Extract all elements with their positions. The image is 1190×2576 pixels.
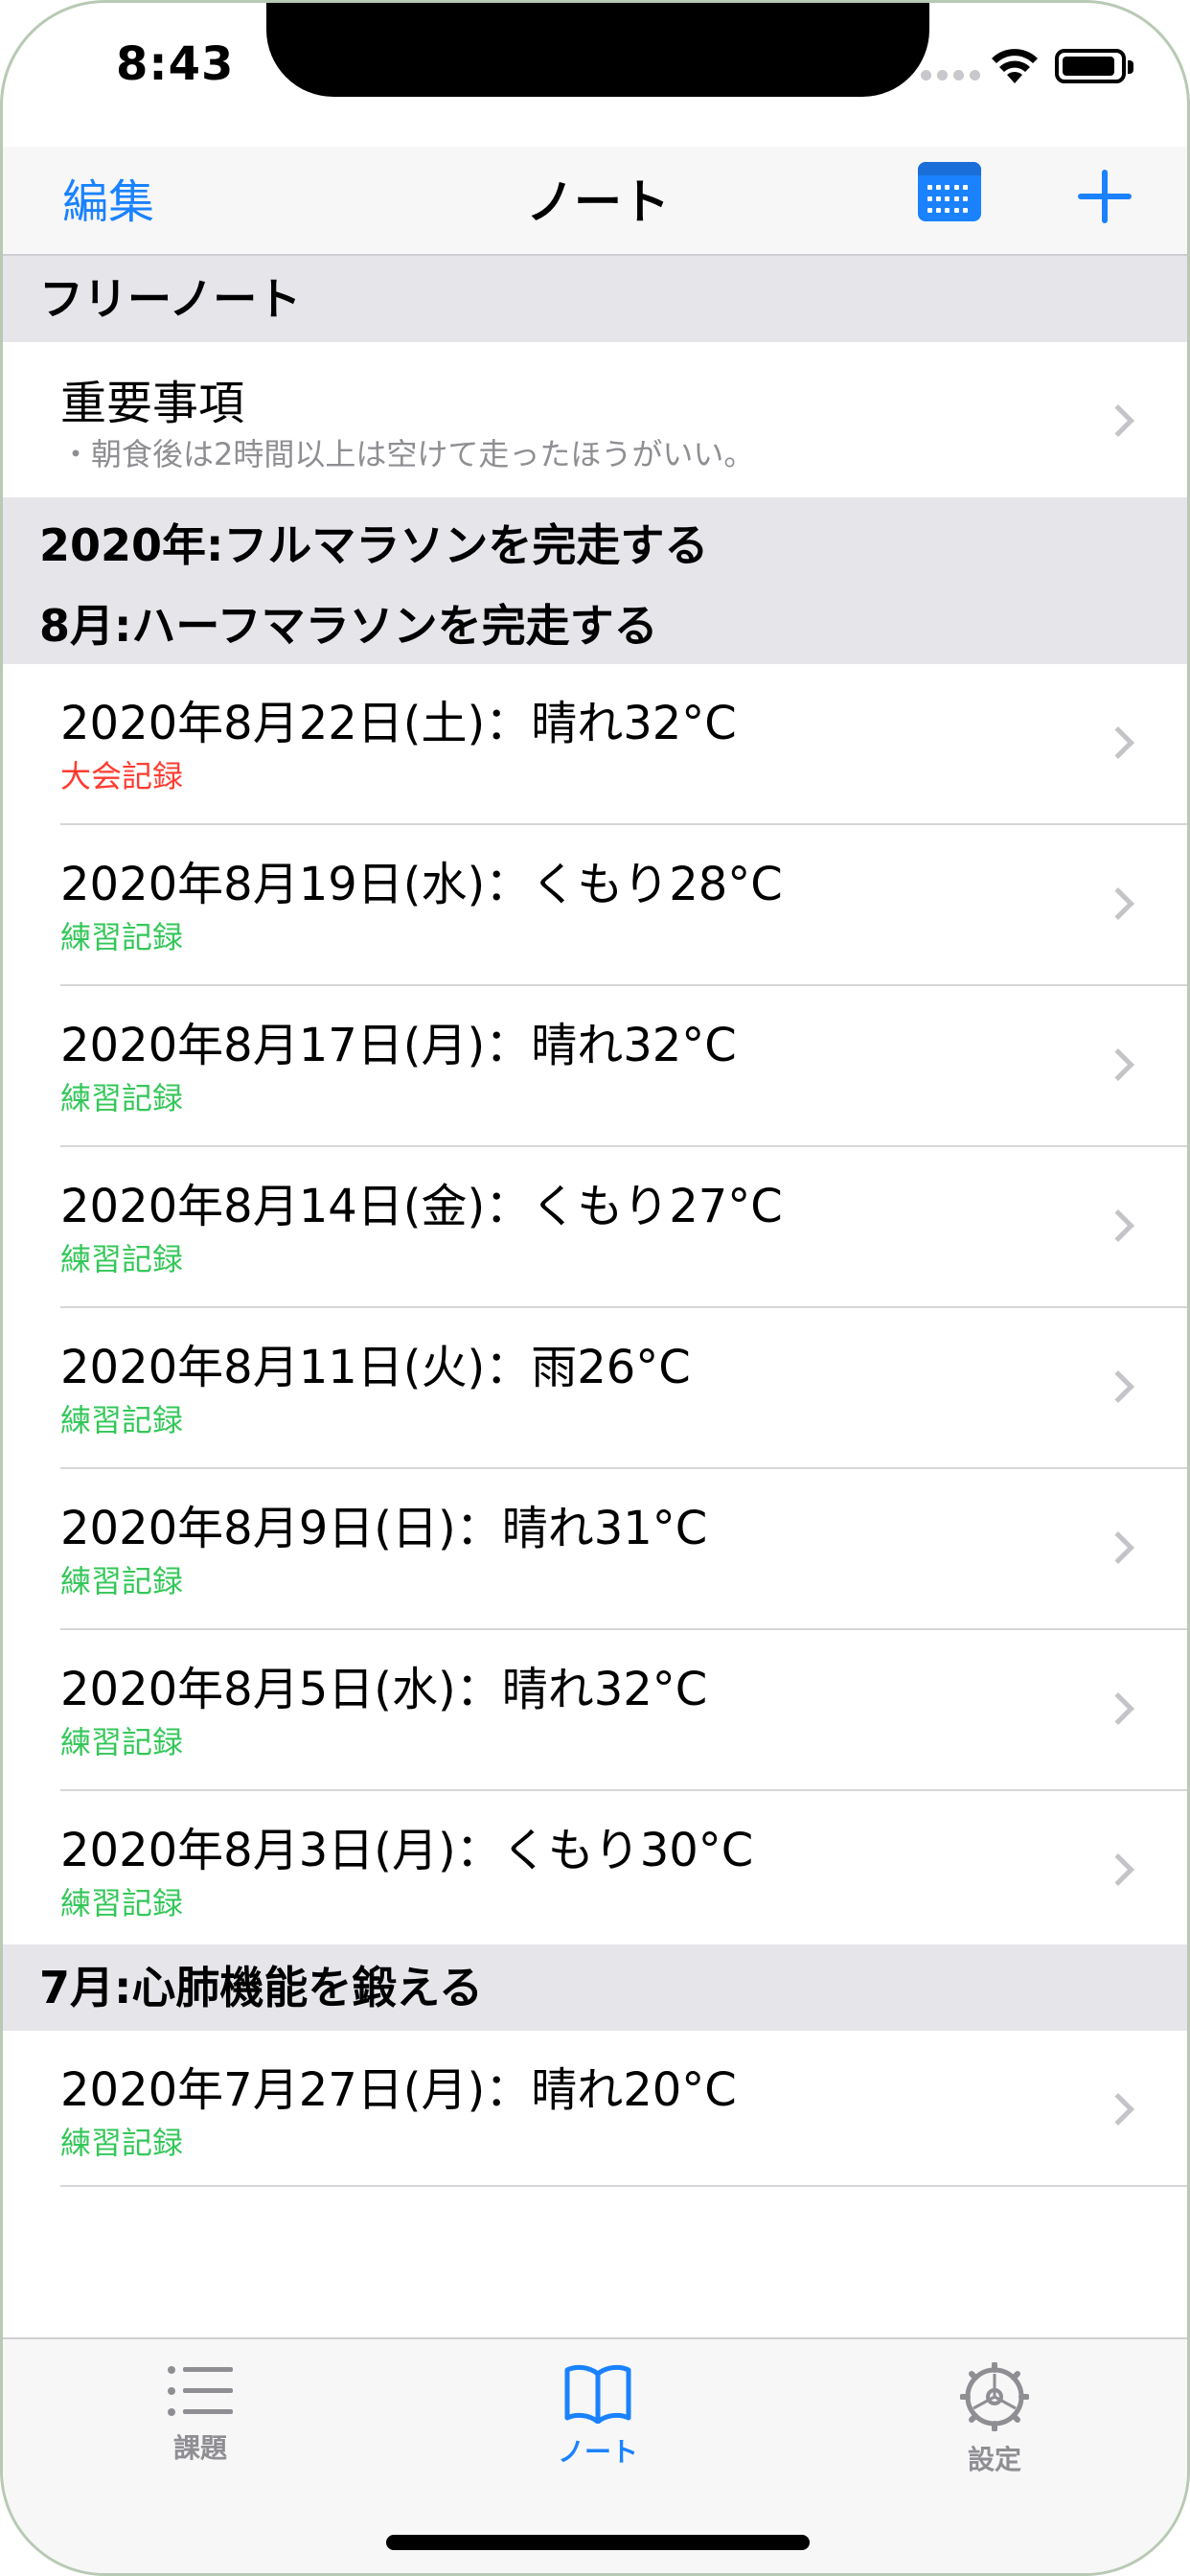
notch [266, 3, 929, 97]
chevron-right-icon [1102, 1853, 1134, 1886]
status-time: 8:43 [116, 37, 235, 91]
chevron-right-icon [1102, 1048, 1134, 1081]
wifi-icon [992, 49, 1038, 83]
list-item[interactable]: 2020年8月11日(火)：雨26°C 練習記録 [3, 1308, 1187, 1469]
home-indicator [386, 2535, 810, 2550]
add-note-button[interactable] [1078, 170, 1132, 223]
section-month-goal: 8月:ハーフマラソンを完走する [39, 600, 658, 652]
row-separator [60, 2185, 1187, 2187]
gear-icon [960, 2362, 1029, 2431]
tab-label: 設定 [967, 2444, 1021, 2475]
tab-label: 課題 [172, 2432, 227, 2464]
list-item[interactable]: 2020年8月5日(水)：晴れ32°C 練習記録 [3, 1630, 1187, 1791]
chevron-right-icon [1102, 2093, 1134, 2126]
section-header-goal: 2020年:フルマラソンを完走する 8月:ハーフマラソンを完走する [3, 497, 1187, 664]
cell-title: 2020年8月9日(日)：晴れ31°C [60, 1502, 708, 1555]
chevron-right-icon [1102, 404, 1134, 437]
tab-settings[interactable]: 設定 [899, 2362, 1090, 2477]
cell-title: 2020年8月17日(月)：晴れ32°C [60, 1019, 737, 1072]
section-header-free-note: フリーノート [3, 256, 1187, 342]
section-year-goal: 2020年:フルマラソンを完走する [39, 519, 709, 571]
record-type-label: 大会記録 [60, 758, 184, 794]
section-header-july: 7月:心肺機能を鍛える [3, 1944, 1187, 2031]
chevron-right-icon [1102, 887, 1134, 920]
battery-icon [1055, 49, 1133, 83]
record-type-label: 練習記録 [60, 2125, 184, 2161]
cell-title: 2020年8月19日(水)：くもり28°C [60, 858, 783, 911]
calendar-icon[interactable] [918, 162, 981, 221]
phone-screen: 8:43 編集 ノート フリーノート 重要事項 ・朝食後は2時間以上は空けて走っ… [0, 0, 1190, 2576]
tab-tasks[interactable]: 課題 [104, 2362, 296, 2466]
cell-subtitle: ・朝食後は2時間以上は空けて走ったほうがいい。 [60, 436, 755, 472]
status-bar: 8:43 [3, 3, 1187, 147]
list-item[interactable]: 2020年8月14日(金)：くもり27°C 練習記録 [3, 1147, 1187, 1308]
cell-title: 2020年8月3日(月)：くもり30°C [60, 1824, 754, 1877]
list-item[interactable]: 2020年8月22日(土)：晴れ32°C 大会記録 [3, 664, 1187, 825]
list-item[interactable]: 2020年8月3日(月)：くもり30°C 練習記録 [3, 1791, 1187, 1952]
chevron-right-icon [1102, 726, 1134, 759]
record-type-label: 練習記録 [60, 1241, 184, 1277]
chevron-right-icon [1102, 1370, 1134, 1403]
book-icon [564, 2364, 631, 2424]
list-icon [168, 2366, 233, 2416]
list-item[interactable]: 2020年8月9日(日)：晴れ31°C 練習記録 [3, 1469, 1187, 1630]
cell-title: 2020年8月11日(火)：雨26°C [60, 1341, 691, 1394]
cell-title: 2020年7月27日(月)：晴れ20°C [60, 2063, 737, 2117]
record-type-label: 練習記録 [60, 1402, 184, 1438]
record-type-label: 練習記録 [60, 1724, 184, 1760]
cell-title: 重要事項 [60, 377, 245, 430]
chevron-right-icon [1102, 1209, 1134, 1242]
list-item[interactable]: 2020年8月17日(月)：晴れ32°C 練習記録 [3, 986, 1187, 1147]
record-type-label: 練習記録 [60, 1080, 184, 1116]
list-item[interactable]: 2020年7月27日(月)：晴れ20°C 練習記録 [3, 2031, 1187, 2187]
tab-label: ノート [557, 2436, 638, 2468]
navigation-bar: 編集 ノート [3, 147, 1187, 256]
record-type-label: 練習記録 [60, 1563, 184, 1599]
cell-title: 2020年8月22日(土)：晴れ32°C [60, 697, 737, 750]
record-type-label: 練習記録 [60, 1885, 184, 1921]
list-item-free-note[interactable]: 重要事項 ・朝食後は2時間以上は空けて走ったほうがいい。 [3, 342, 1187, 497]
chevron-right-icon [1102, 1692, 1134, 1725]
cellular-signal-icon [921, 70, 980, 80]
cell-title: 2020年8月5日(水)：晴れ32°C [60, 1663, 708, 1716]
record-type-label: 練習記録 [60, 919, 184, 955]
chevron-right-icon [1102, 1531, 1134, 1564]
page-title: ノート [526, 174, 670, 230]
tab-notes[interactable]: ノート [502, 2362, 694, 2470]
cell-title: 2020年8月14日(金)：くもり27°C [60, 1180, 783, 1233]
list-item[interactable]: 2020年8月19日(水)：くもり28°C 練習記録 [3, 825, 1187, 986]
